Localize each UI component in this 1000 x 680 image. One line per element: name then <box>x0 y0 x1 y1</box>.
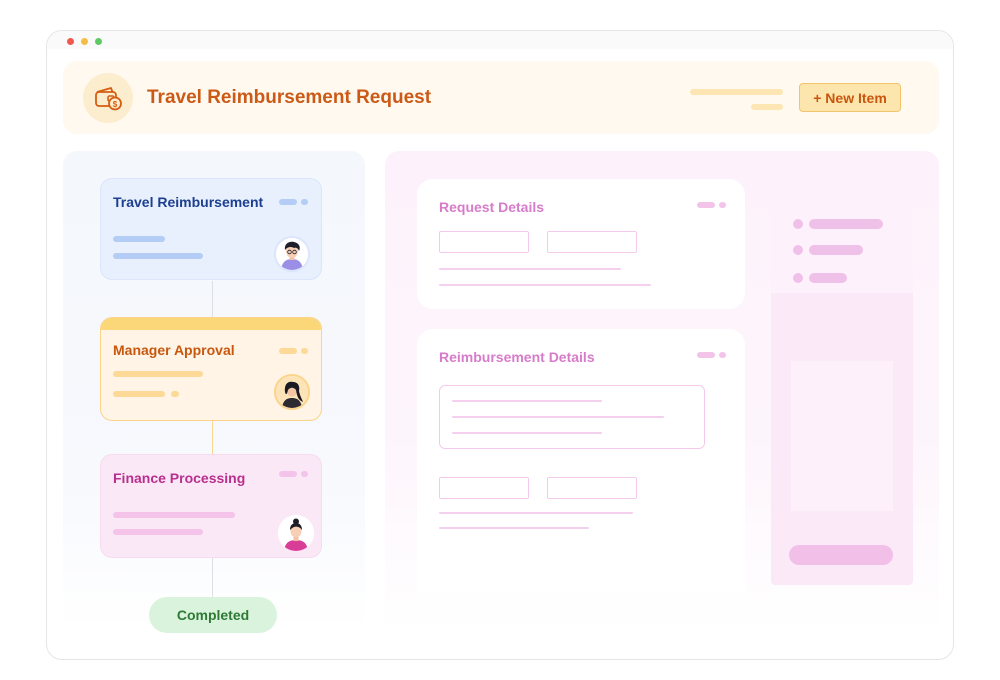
placeholder-line <box>113 253 203 259</box>
step-menu-pill <box>301 199 308 205</box>
window-titlebar <box>47 31 953 49</box>
workflow-step-travel-reimbursement[interactable]: Travel Reimbursement <box>100 178 322 280</box>
form-panel: Request Details Reimbursement Details <box>385 151 939 631</box>
placeholder-line <box>113 391 165 397</box>
step-menu-pill <box>279 348 297 354</box>
text-field[interactable] <box>439 231 529 253</box>
step-title: Finance Processing <box>113 470 246 486</box>
text-field[interactable] <box>547 231 637 253</box>
page-title: Travel Reimbursement Request <box>147 87 432 108</box>
placeholder-line <box>809 219 883 229</box>
completed-badge: Completed <box>149 597 277 633</box>
summary-list <box>771 173 913 293</box>
placeholder-line <box>439 527 589 529</box>
text-field[interactable] <box>439 477 529 499</box>
summary-sidebar <box>771 173 913 585</box>
placeholder-line <box>809 245 863 255</box>
placeholder-line <box>439 284 651 286</box>
placeholder-line <box>452 432 602 434</box>
list-bullet <box>793 219 803 229</box>
reimbursement-details-card: Reimbursement Details <box>417 329 745 631</box>
section-title: Reimbursement Details <box>439 349 595 365</box>
maximize-window-dot[interactable] <box>95 38 102 45</box>
placeholder-line <box>452 400 602 402</box>
list-bullet <box>793 273 803 283</box>
section-title: Request Details <box>439 199 545 215</box>
workflow-step-finance-processing[interactable]: Finance Processing <box>100 454 322 558</box>
minimize-window-dot[interactable] <box>81 38 88 45</box>
avatar-woman-pink-top <box>278 515 314 551</box>
close-window-dot[interactable] <box>67 38 74 45</box>
new-item-button[interactable]: + New Item <box>799 83 901 112</box>
step-menu-pill <box>301 471 308 477</box>
placeholder-line <box>439 268 621 270</box>
placeholder-line <box>171 391 179 397</box>
details-textarea[interactable] <box>439 385 705 449</box>
card-menu-pill <box>719 352 726 358</box>
card-menu-pill <box>719 202 726 208</box>
placeholder-line <box>809 273 847 283</box>
step-menu-pill <box>301 348 308 354</box>
request-details-card: Request Details <box>417 179 745 309</box>
card-menu-pill <box>697 202 715 208</box>
placeholder-line <box>113 529 203 535</box>
step-title: Manager Approval <box>113 342 235 358</box>
placeholder-line <box>113 512 235 518</box>
svg-text:$: $ <box>113 100 118 109</box>
text-field[interactable] <box>547 477 637 499</box>
list-bullet <box>793 245 803 255</box>
header-placeholder-line <box>690 89 783 95</box>
avatar-man-purple-shirt <box>274 236 310 272</box>
placeholder-line <box>452 416 664 418</box>
card-menu-pill <box>697 352 715 358</box>
step-menu-pill <box>279 199 297 205</box>
step-active-bar <box>101 318 321 330</box>
page-header: $ Travel Reimbursement Request + New Ite… <box>63 61 939 134</box>
placeholder-line <box>113 371 203 377</box>
workflow-connector <box>212 558 213 597</box>
summary-content-area <box>791 361 893 511</box>
placeholder-line <box>439 512 633 514</box>
header-placeholder-line <box>751 104 783 110</box>
app-window: $ Travel Reimbursement Request + New Ite… <box>46 30 954 660</box>
wallet-dollar-icon: $ <box>83 73 133 123</box>
submit-button[interactable] <box>789 545 893 565</box>
avatar-woman-dark-hair <box>274 374 310 410</box>
workflow-connector <box>212 281 213 317</box>
step-menu-pill <box>279 471 297 477</box>
workflow-step-manager-approval[interactable]: Manager Approval <box>100 317 322 421</box>
placeholder-line <box>113 236 165 242</box>
workflow-connector <box>212 421 213 454</box>
step-title: Travel Reimbursement <box>113 194 264 210</box>
